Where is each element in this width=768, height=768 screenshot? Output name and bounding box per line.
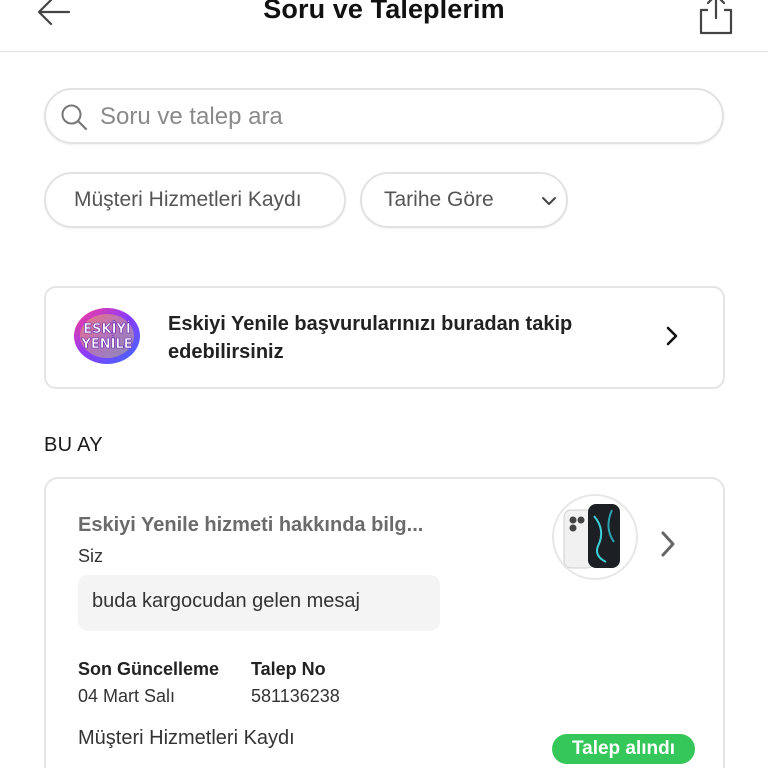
search-input[interactable]	[100, 98, 700, 136]
filter-customer-service[interactable]: Müşteri Hizmetleri Kaydı	[44, 172, 346, 228]
filter-label: Tarihe Göre	[384, 188, 494, 211]
message-text: buda kargocudan gelen mesaj	[92, 590, 360, 612]
product-image	[552, 494, 638, 580]
request-no-label: Talep No	[251, 659, 326, 679]
message-sender: Siz	[78, 546, 104, 566]
eskiyi-yenile-logo: ESKİYİ YENİLE	[74, 308, 140, 364]
message-bubble: buda kargocudan gelen mesaj	[78, 575, 440, 631]
request-category: Müşteri Hizmetleri Kaydı	[78, 727, 295, 749]
request-no-value: 581136238	[251, 686, 340, 706]
eskiyi-yenile-banner[interactable]: ESKİYİ YENİLE Eskiyi Yenile başvuruların…	[44, 286, 725, 389]
chevron-right-icon	[661, 531, 675, 557]
last-update-label: Son Güncelleme	[78, 659, 220, 679]
status-badge: Talep alındı	[552, 734, 695, 764]
request-card[interactable]: Eskiyi Yenile hizmeti hakkında bilg... S…	[44, 477, 725, 768]
svg-text:ESKİYİ: ESKİYİ	[83, 321, 130, 337]
chevron-down-icon	[542, 197, 556, 205]
search-bar[interactable]	[44, 88, 724, 144]
phone-image-icon	[563, 504, 620, 569]
share-icon	[699, 0, 733, 35]
svg-text:YENİLE: YENİLE	[80, 336, 132, 352]
section-title: BU AY	[44, 434, 103, 456]
share-button[interactable]	[697, 0, 735, 36]
last-update-value: 04 Mart Salı	[78, 686, 176, 706]
banner-text: Eskiyi Yenile başvurularınızı buradan ta…	[168, 313, 573, 363]
search-icon	[61, 104, 88, 131]
filter-label: Müşteri Hizmetleri Kaydı	[74, 188, 302, 211]
page-title: Soru ve Taleplerim	[263, 0, 505, 24]
filter-by-date[interactable]: Tarihe Göre	[360, 172, 568, 228]
request-title: Eskiyi Yenile hizmeti hakkında bilg...	[78, 514, 424, 536]
chevron-right-icon	[666, 326, 678, 346]
app-header: Soru ve Taleplerim	[0, 0, 768, 52]
